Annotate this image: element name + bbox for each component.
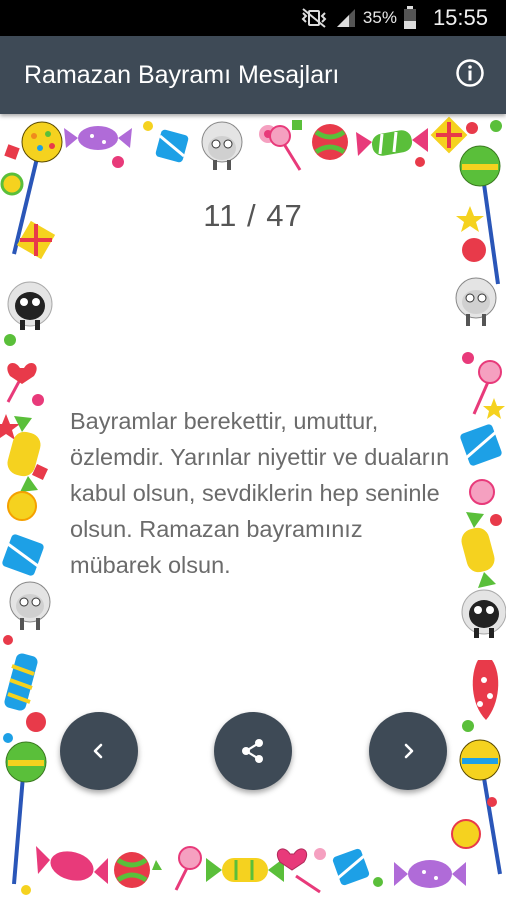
- message-counter: 11 / 47: [203, 198, 303, 233]
- next-button[interactable]: [369, 712, 447, 790]
- chevron-right-icon: [398, 741, 418, 761]
- swirl-lollipop-icon: [269, 125, 302, 171]
- polka-candy-icon: [472, 660, 499, 720]
- lollipop-icon: [459, 739, 502, 875]
- app-bar: Ramazan Bayramı Mesajları: [0, 36, 506, 114]
- wrapped-candy-icon: [394, 860, 466, 888]
- candy-box-icon: [155, 129, 189, 163]
- mute-vibrate-icon: [299, 7, 329, 29]
- striped-ball-icon: [312, 124, 348, 160]
- battery-percent: 35%: [362, 8, 397, 27]
- status-clock: 15:55: [432, 5, 488, 30]
- black-sheep-icon: [7, 281, 53, 330]
- wrapped-candy-icon: [206, 858, 284, 882]
- sheep-icon: [201, 121, 243, 170]
- wrapped-candy-icon: [64, 126, 132, 150]
- candy-box-icon: [460, 424, 502, 466]
- signal-icon: [335, 7, 357, 29]
- message-text: Bayramlar berekettir, umuttur, özlemdir.…: [70, 408, 450, 578]
- wrapped-candy-icon: [356, 128, 428, 156]
- pinwheel-candy-icon: [430, 116, 468, 154]
- status-bar: 35% 15:55: [0, 0, 506, 36]
- striped-candy-icon: [4, 653, 38, 711]
- info-button[interactable]: [446, 51, 494, 99]
- heart-lollipop-icon: [6, 362, 37, 403]
- battery-icon: [403, 6, 417, 30]
- info-icon: [455, 58, 485, 93]
- sheep-icon: [455, 277, 497, 326]
- previous-button[interactable]: [60, 712, 138, 790]
- candy-box-icon: [2, 534, 44, 576]
- app-title: Ramazan Bayramı Mesajları: [24, 60, 340, 89]
- swirl-lollipop-icon: [174, 846, 202, 891]
- wrapped-candy-icon: [36, 846, 108, 884]
- sheep-icon: [9, 581, 51, 630]
- share-icon: [238, 736, 268, 766]
- candy-box-icon: [332, 848, 370, 886]
- share-button[interactable]: [214, 712, 292, 790]
- black-sheep-icon: [461, 589, 506, 638]
- chevron-left-icon: [89, 741, 109, 761]
